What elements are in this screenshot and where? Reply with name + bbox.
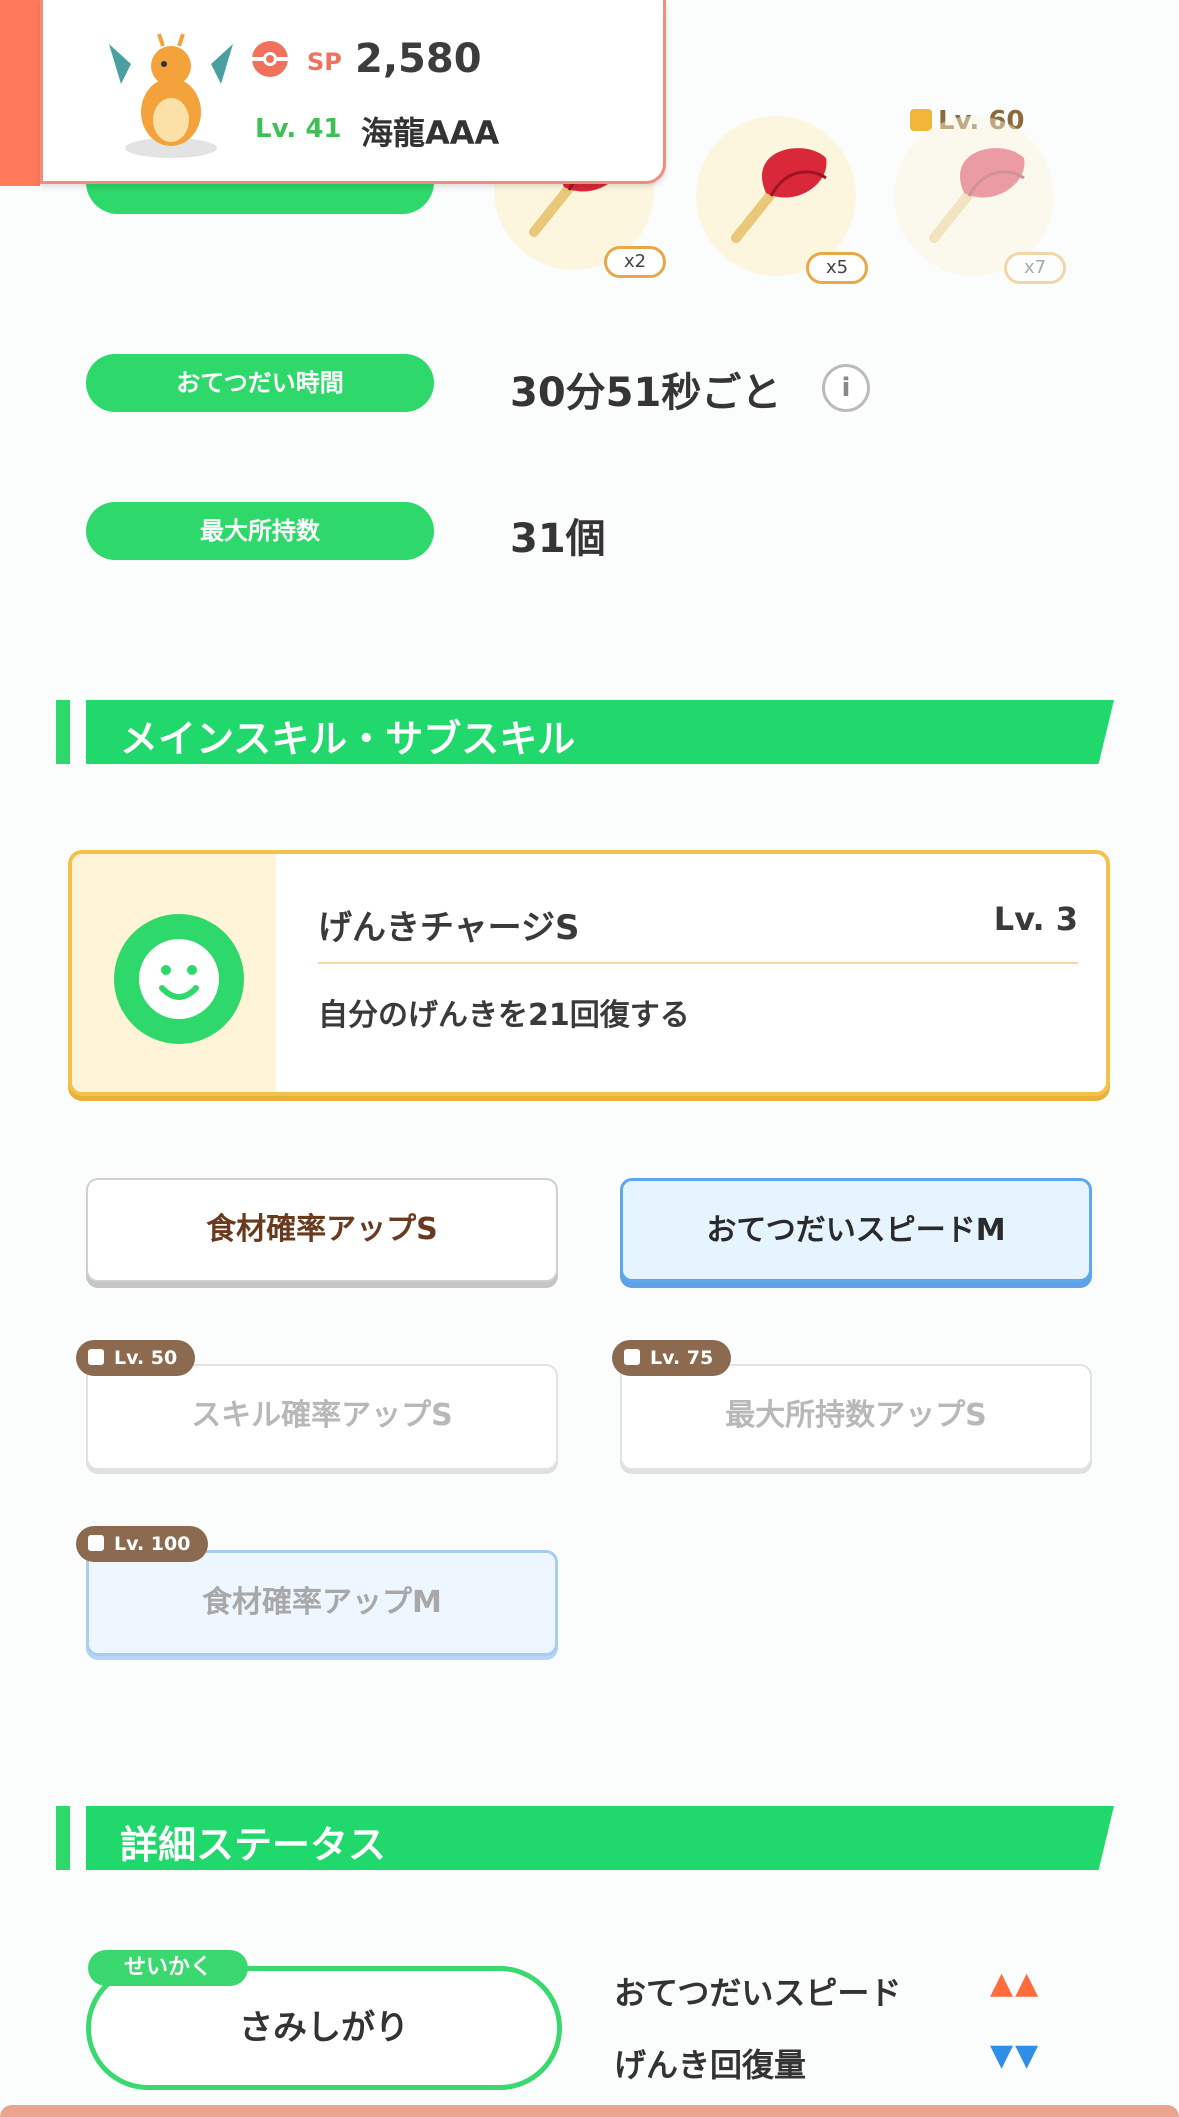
main-skill-card[interactable]: げんきチャージS Lv. 3 自分のげんきを21回復する bbox=[68, 850, 1110, 1096]
section-marker bbox=[56, 700, 70, 764]
leek-ingredient-icon bbox=[929, 148, 1025, 243]
bottom-sheet-edge bbox=[0, 2105, 1179, 2117]
pokemon-level: Lv. 41 bbox=[255, 114, 342, 144]
max-carry-label: 最大所持数 bbox=[86, 502, 434, 560]
sub-skill-3-lock-tag: Lv. 50 bbox=[76, 1340, 196, 1376]
ingredient-qty: x2 bbox=[604, 246, 666, 278]
smile-icon bbox=[114, 914, 244, 1044]
sub-skill-4-locked[interactable]: 最大所持数アップS bbox=[620, 1364, 1092, 1470]
leek-ingredient-icon bbox=[731, 148, 827, 243]
info-icon[interactable]: i bbox=[822, 364, 870, 412]
divider bbox=[318, 962, 1078, 964]
section-marker bbox=[56, 1806, 70, 1870]
ingredient-qty: x7 bbox=[1004, 252, 1066, 284]
sub-skill-4-lock-tag: Lv. 75 bbox=[612, 1340, 732, 1376]
sub-skill-5-lock-tag: Lv. 100 bbox=[76, 1526, 209, 1562]
nature-effect-up-label: おてつだいスピード bbox=[614, 1974, 902, 2012]
sub-skill-3-locked[interactable]: スキル確率アップS bbox=[86, 1364, 558, 1470]
lock-icon bbox=[88, 1349, 104, 1365]
main-skill-description: 自分のげんきを21回復する bbox=[318, 998, 690, 1033]
pokemon-header-card: SP 2,580 Lv. 41 海龍AAA bbox=[40, 0, 666, 184]
sp-label: SP bbox=[307, 48, 342, 76]
nature-effect-down-label: げんき回復量 bbox=[614, 2046, 807, 2084]
main-skill-level: Lv. 3 bbox=[993, 900, 1078, 938]
lock-icon bbox=[910, 109, 932, 131]
ingredient-qty: x5 bbox=[806, 252, 868, 284]
pokemon-avatar bbox=[109, 33, 233, 158]
max-carry-value: 31個 bbox=[510, 516, 606, 562]
pokemon-nickname: 海龍AAA bbox=[361, 114, 500, 152]
ingredient-slot-3-locked[interactable]: x7 bbox=[894, 116, 1066, 284]
sub-skill-1[interactable]: 食材確率アップS bbox=[86, 1178, 558, 1282]
increase-arrows-icon: ▲▲ bbox=[990, 1966, 1041, 2001]
sub-skill-2[interactable]: おてつだいスピードM bbox=[620, 1178, 1092, 1282]
decrease-arrows-icon: ▼▼ bbox=[990, 2038, 1041, 2073]
ingredient-slot-2[interactable]: x5 bbox=[696, 116, 868, 284]
header-accent-stripe bbox=[0, 0, 40, 186]
help-time-value: 30分51秒ごと bbox=[510, 370, 782, 416]
section-title-skills: メインスキル・サブスキル bbox=[120, 717, 576, 761]
sub-skill-5-locked[interactable]: 食材確率アップM bbox=[86, 1550, 558, 1656]
lock-icon bbox=[88, 1535, 104, 1551]
section-title-detail: 詳細ステータス bbox=[120, 1823, 387, 1867]
sp-value: 2,580 bbox=[355, 36, 482, 82]
sp-icon bbox=[252, 41, 288, 77]
lock-icon bbox=[624, 1349, 640, 1365]
nature-tag: せいかく bbox=[88, 1950, 248, 1986]
main-skill-name: げんきチャージS bbox=[318, 908, 580, 948]
help-time-label: おてつだい時間 bbox=[86, 354, 434, 412]
